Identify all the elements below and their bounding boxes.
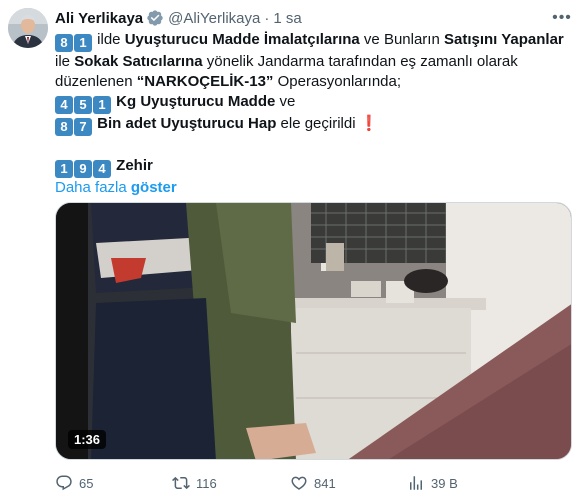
- keycap-digit: 9: [74, 160, 92, 178]
- views-button[interactable]: 39 B: [407, 474, 458, 492]
- bold-text: Bin adet Uyuşturucu Hap: [93, 115, 277, 132]
- tweet-header: Ali Yerlikaya @AliYerlikaya · 1 sa: [55, 8, 302, 28]
- tweet-line-4: 451 Kg Uyuşturucu Madde ve: [55, 92, 580, 114]
- show-more-bold: göster: [130, 179, 177, 196]
- video-thumbnail: [56, 203, 571, 459]
- keycap-digit: 8: [55, 118, 73, 136]
- text: ele geçirildi: [276, 115, 360, 132]
- video-duration: 1:36: [68, 430, 107, 449]
- keycap-digit: 7: [74, 118, 92, 136]
- keycap-digit: 5: [74, 96, 92, 114]
- retweet-icon: [172, 476, 190, 490]
- tweet-text: 81 ilde Uyuşturucu Madde İmalatçılarına …: [55, 30, 580, 198]
- verified-badge-icon: [147, 10, 163, 26]
- views-chart-icon: [410, 476, 422, 490]
- bold-text: Sokak Satıcılarına: [74, 53, 203, 70]
- tweet-line-1: 81 ilde Uyuşturucu Madde İmalatçılarına …: [55, 30, 580, 52]
- keycap-digit: 1: [93, 96, 111, 114]
- retweet-button[interactable]: 116: [172, 474, 217, 492]
- handle[interactable]: @AliYerlikaya: [168, 10, 260, 27]
- text: ile: [55, 53, 75, 70]
- heart-icon: [291, 476, 307, 490]
- timestamp[interactable]: 1 sa: [273, 10, 301, 27]
- retweet-count: 116: [196, 475, 217, 491]
- keycap-digit: 1: [55, 160, 73, 178]
- keycap-digit: 4: [55, 96, 73, 114]
- bold-text: Uyuşturucu Madde İmalatçılarına: [124, 31, 360, 48]
- views-count: 39 B: [431, 475, 458, 491]
- reply-icon: [56, 475, 72, 491]
- tweet-line-2: ile Sokak Satıcılarına yönelik Jandarma …: [55, 52, 580, 72]
- tweet-line-6: 194 Zehir: [55, 156, 580, 178]
- text: ilde: [93, 31, 125, 48]
- exclamation-icon: ❗: [359, 115, 379, 132]
- video-player[interactable]: 1:36: [55, 202, 572, 460]
- text: Operasyonlarında;: [273, 73, 402, 90]
- show-more-link[interactable]: Daha fazla göster: [55, 178, 580, 198]
- tweet-line-5: 87 Bin adet Uyuşturucu Hap ele geçirildi…: [55, 114, 580, 136]
- tweet-card[interactable]: Ali Yerlikaya @AliYerlikaya · 1 sa ••• 8…: [0, 0, 586, 499]
- text: ve: [275, 93, 296, 110]
- like-button[interactable]: 841: [290, 474, 336, 492]
- bold-text: Kg Uyuşturucu Madde: [112, 93, 276, 110]
- bold-text: Zehir: [112, 157, 153, 174]
- text: yönelik Jandarma tarafından eş zamanlı o…: [202, 53, 518, 70]
- separator-dot: ·: [264, 9, 270, 27]
- avatar[interactable]: [8, 8, 48, 48]
- bold-text: “NARKOÇELİK-13”: [136, 73, 274, 90]
- text: düzenlenen: [55, 73, 137, 90]
- show-more-prefix: Daha fazla: [55, 179, 131, 196]
- action-bar: 65 116 841 39 B: [55, 474, 580, 494]
- bold-text: Satışını Yapanlar: [443, 31, 564, 48]
- reply-button[interactable]: 65: [55, 474, 93, 492]
- keycap-digit: 4: [93, 160, 111, 178]
- text: ve Bunların: [359, 31, 444, 48]
- like-count: 841: [314, 475, 336, 491]
- display-name[interactable]: Ali Yerlikaya: [55, 10, 143, 27]
- reply-count: 65: [79, 475, 94, 491]
- more-options-button[interactable]: •••: [552, 8, 572, 28]
- more-dots-icon: •••: [552, 9, 572, 26]
- tweet-line-3: düzenlenen “NARKOÇELİK-13” Operasyonları…: [55, 72, 580, 92]
- keycap-digit: 8: [55, 34, 73, 52]
- keycap-digit: 1: [74, 34, 92, 52]
